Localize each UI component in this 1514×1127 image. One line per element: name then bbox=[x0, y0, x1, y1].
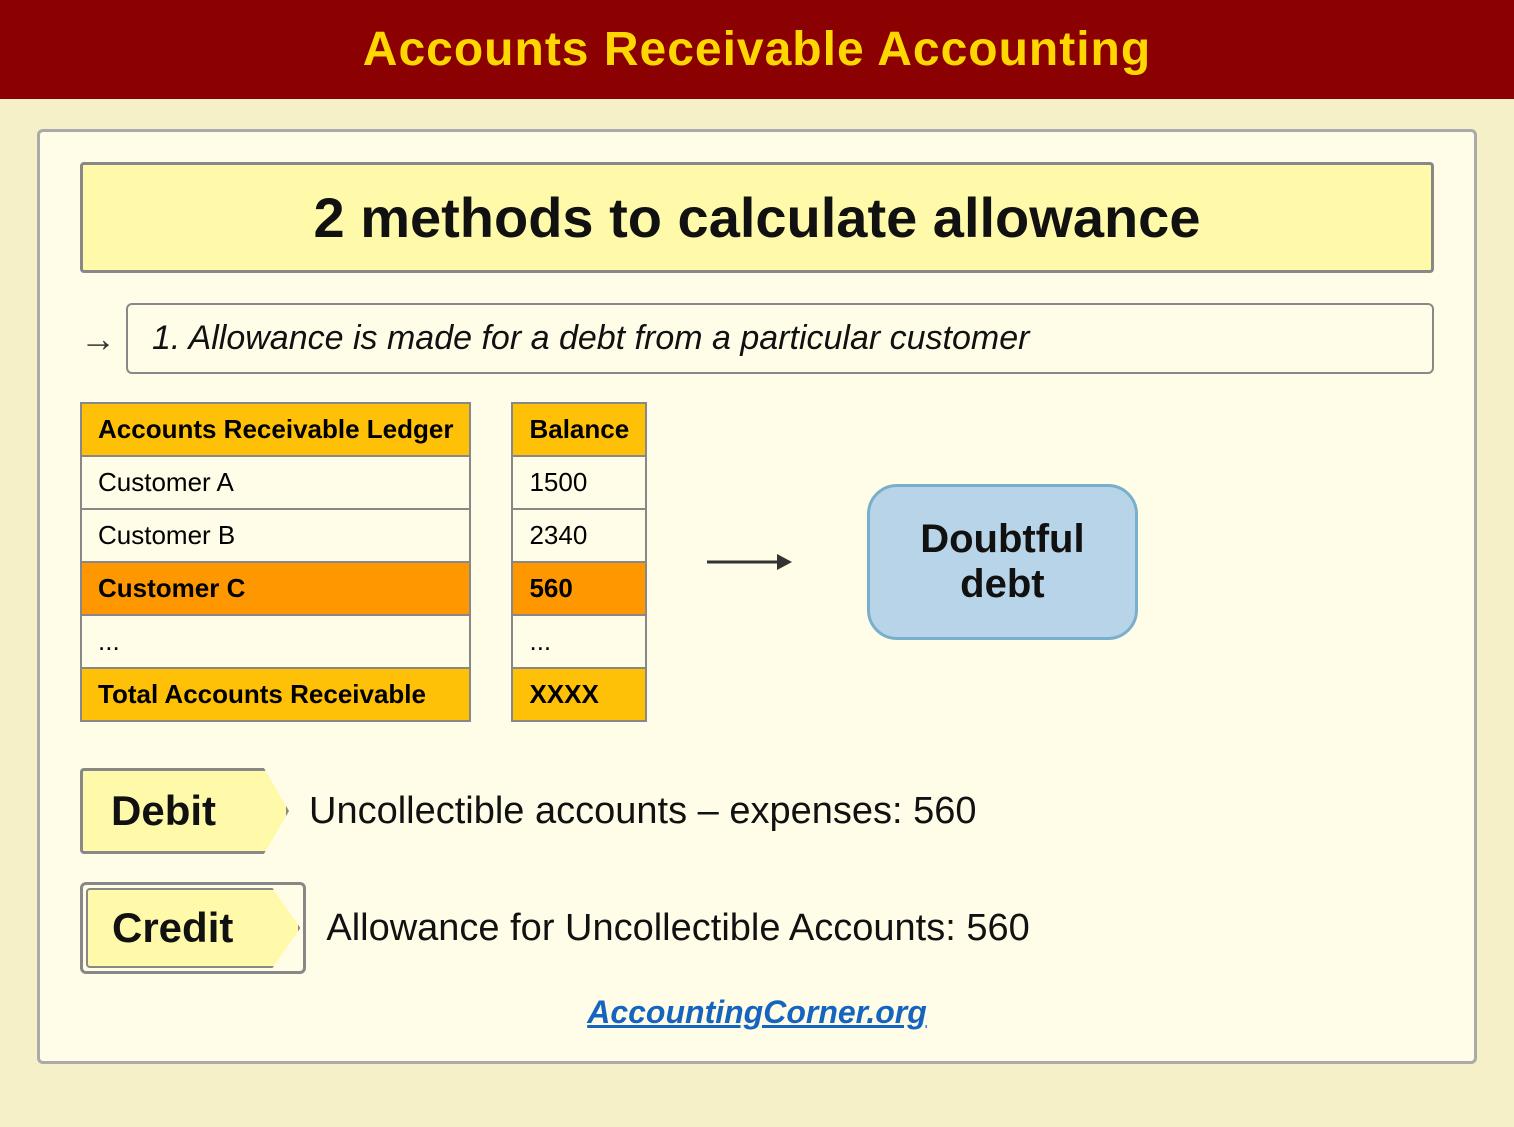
debit-credit-section: Debit Uncollectible accounts – expenses:… bbox=[80, 768, 1434, 974]
credit-row: Credit Allowance for Uncollectible Accou… bbox=[80, 882, 1434, 974]
methods-title: 2 methods to calculate allowance bbox=[314, 186, 1201, 249]
header-bar: Accounts Receivable Accounting bbox=[0, 0, 1514, 99]
credit-label: Credit bbox=[86, 888, 300, 968]
balance-header-row: Balance bbox=[512, 403, 646, 456]
debit-row: Debit Uncollectible accounts – expenses:… bbox=[80, 768, 1434, 854]
method1-text: 1. Allowance is made for a debt from a p… bbox=[152, 319, 1029, 357]
table-row: Customer A bbox=[81, 456, 470, 509]
footer-link[interactable]: AccountingCorner.org bbox=[587, 994, 927, 1030]
table-row: 2340 bbox=[512, 509, 646, 562]
ledger-customer-a: Customer A bbox=[81, 456, 470, 509]
table-row: 560 bbox=[512, 562, 646, 615]
main-card: 2 methods to calculate allowance → 1. Al… bbox=[37, 129, 1477, 1064]
balance-table: Balance 1500 2340 560 ... XXXX bbox=[511, 402, 647, 722]
balance-560: 560 bbox=[512, 562, 646, 615]
ledger-dots: ... bbox=[81, 615, 470, 668]
method1-arrow: → bbox=[80, 318, 116, 360]
ledger-customer-b: Customer B bbox=[81, 509, 470, 562]
doubtful-line1: Doubtful bbox=[920, 517, 1084, 562]
ledger-table: Accounts Receivable Ledger Customer A Cu… bbox=[80, 402, 471, 722]
balance-2340: 2340 bbox=[512, 509, 646, 562]
ledger-header-cell: Accounts Receivable Ledger bbox=[81, 403, 470, 456]
debit-label: Debit bbox=[80, 768, 289, 854]
table-row: ... bbox=[81, 615, 470, 668]
table-row: Total Accounts Receivable bbox=[81, 668, 470, 721]
footer-link-area: AccountingCorner.org bbox=[80, 994, 1434, 1031]
connector-arrow-icon bbox=[707, 522, 807, 602]
balance-dots: ... bbox=[512, 615, 646, 668]
arrow-connector bbox=[687, 522, 827, 602]
methods-title-box: 2 methods to calculate allowance bbox=[80, 162, 1434, 273]
method1-box: 1. Allowance is made for a debt from a p… bbox=[126, 303, 1434, 374]
table-row: ... bbox=[512, 615, 646, 668]
ledger-total: Total Accounts Receivable bbox=[81, 668, 470, 721]
ledger-header-row: Accounts Receivable Ledger bbox=[81, 403, 470, 456]
credit-text: Allowance for Uncollectible Accounts: 56… bbox=[326, 907, 1029, 950]
doubtful-debt-box: Doubtful debt bbox=[867, 484, 1137, 640]
debit-button: Debit bbox=[80, 768, 289, 854]
table-doubtful-row: Accounts Receivable Ledger Customer A Cu… bbox=[80, 402, 1434, 722]
balance-header-cell: Balance bbox=[512, 403, 646, 456]
balance-1500: 1500 bbox=[512, 456, 646, 509]
method1-row: → 1. Allowance is made for a debt from a… bbox=[80, 303, 1434, 374]
credit-outer-border: Credit bbox=[80, 882, 306, 974]
page-title: Accounts Receivable Accounting bbox=[363, 23, 1151, 76]
doubtful-line2: debt bbox=[920, 562, 1084, 607]
table-row: XXXX bbox=[512, 668, 646, 721]
table-row: Customer B bbox=[81, 509, 470, 562]
table-row: 1500 bbox=[512, 456, 646, 509]
table-row: Customer C bbox=[81, 562, 470, 615]
debit-text: Uncollectible accounts – expenses: 560 bbox=[309, 790, 977, 833]
balance-xxxx: XXXX bbox=[512, 668, 646, 721]
ledger-customer-c: Customer C bbox=[81, 562, 470, 615]
